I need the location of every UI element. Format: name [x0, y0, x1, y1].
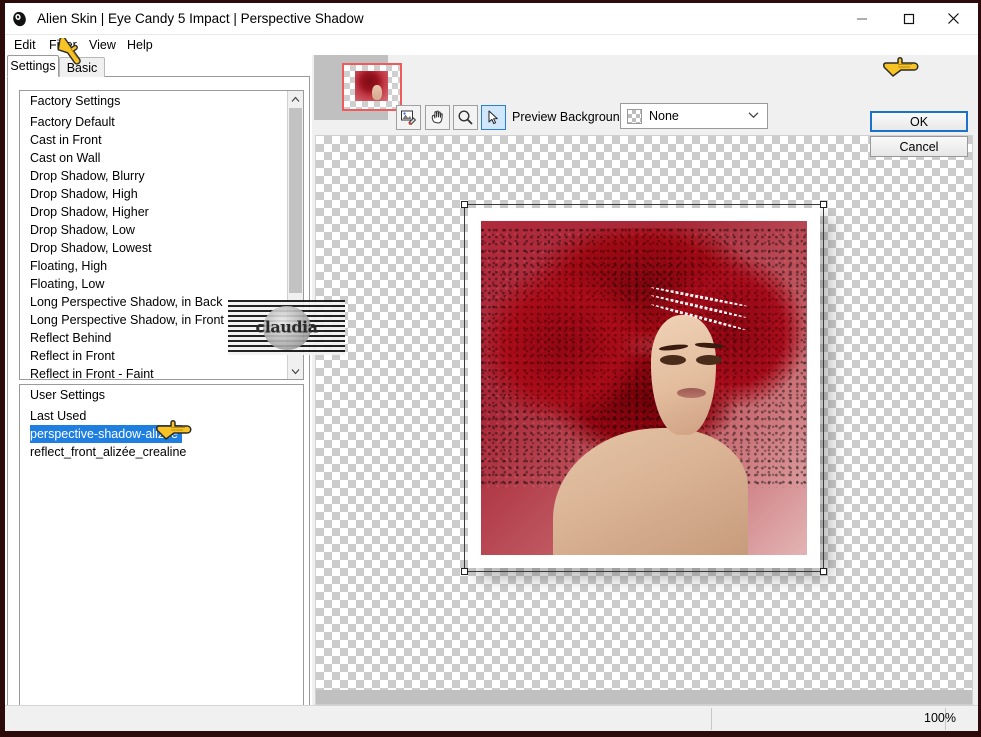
chevron-down-icon[interactable] [748, 110, 759, 122]
navigator-thumbnail-panel [314, 55, 402, 120]
minimize-button[interactable] [839, 3, 884, 34]
resize-handle-top-right[interactable] [820, 201, 827, 208]
canvas-horizontal-scrollbar[interactable] [316, 690, 972, 704]
status-divider [711, 708, 712, 730]
watermark-text: claudia [255, 317, 318, 337]
menu-item-edit[interactable]: Edit [10, 37, 40, 53]
settings-panel: Factory Settings Factory Default Cast in… [7, 76, 310, 731]
list-item[interactable]: Drop Shadow, High [20, 185, 287, 203]
list-item[interactable]: Floating, High [20, 257, 287, 275]
magnifier-zoom-icon[interactable] [453, 105, 478, 130]
dialog-window: Alien Skin | Eye Candy 5 Impact | Perspe… [5, 3, 978, 731]
preview-area: Preview Background: None OK Cancel [312, 55, 978, 709]
tab-basic[interactable]: Basic [59, 57, 105, 77]
cancel-button[interactable]: Cancel [870, 136, 968, 157]
navigator-thumbnail[interactable] [342, 63, 402, 111]
list-item[interactable]: Drop Shadow, Higher [20, 203, 287, 221]
list-item[interactable]: Floating, Low [20, 275, 287, 293]
menu-item-view[interactable]: View [85, 37, 120, 53]
list-item[interactable]: Factory Default [20, 113, 287, 131]
image-canvas[interactable] [315, 135, 973, 705]
user-settings-group-label: User Settings [30, 388, 106, 402]
list-item[interactable]: Reflect in Front - Faint [20, 365, 287, 379]
resize-handle-bottom-right[interactable] [820, 568, 827, 575]
window-title: Alien Skin | Eye Candy 5 Impact | Perspe… [37, 11, 364, 26]
user-settings-list[interactable]: User Settings Last Used perspective-shad… [19, 384, 304, 731]
lips [676, 388, 706, 399]
menu-item-help[interactable]: Help [123, 37, 157, 53]
list-item[interactable]: Drop Shadow, Blurry [20, 167, 287, 185]
list-item-selected-wrap: perspective-shadow-alizee [20, 425, 303, 443]
canvas-checkerboard [316, 136, 972, 692]
tab-strip: Settings Basic [5, 55, 310, 77]
preview-photo-frame [468, 208, 820, 568]
list-item[interactable]: Cast on Wall [20, 149, 287, 167]
preview-background-label: Preview Background: [512, 110, 631, 124]
watermark-overlay: claudia [228, 300, 345, 355]
list-item[interactable]: Drop Shadow, Low [20, 221, 287, 239]
chevron-down-icon[interactable] [288, 363, 303, 379]
close-button[interactable] [931, 3, 976, 34]
list-item-selected[interactable]: perspective-shadow-alizee [30, 425, 182, 443]
face-region [650, 314, 716, 435]
tab-settings[interactable]: Settings [7, 55, 59, 77]
maximize-button[interactable] [886, 3, 931, 34]
hand-pan-icon[interactable] [425, 105, 450, 130]
preview-background-select[interactable]: None [620, 103, 768, 129]
preview-background-value: None [649, 109, 679, 123]
alienskin-icon [11, 10, 29, 28]
color-picker-icon[interactable] [396, 105, 421, 130]
pearl-headpiece [650, 278, 749, 332]
application-window: Alien Skin | Eye Candy 5 Impact | Perspe… [0, 0, 981, 737]
list-item[interactable]: Last Used [20, 407, 303, 425]
menu-item-filter[interactable]: Filter [45, 37, 81, 53]
list-item[interactable]: Drop Shadow, Lowest [20, 239, 287, 257]
list-item[interactable]: Cast in Front [20, 131, 287, 149]
arrow-select-icon[interactable] [481, 105, 506, 130]
title-bar: Alien Skin | Eye Candy 5 Impact | Perspe… [5, 3, 978, 35]
menu-bar: Edit Filter View Help [5, 35, 978, 55]
user-settings-items: User Settings Last Used perspective-shad… [20, 385, 303, 731]
resize-handle-top-left[interactable] [461, 201, 468, 208]
resize-handle-bottom-left[interactable] [461, 568, 468, 575]
dialog-buttons: OK Cancel [868, 107, 978, 159]
list-item[interactable]: reflect_front_alizée_crealine [20, 443, 303, 461]
ok-button[interactable]: OK [870, 111, 968, 132]
preview-photo-image [481, 221, 807, 555]
scrollbar-thumb[interactable] [289, 108, 302, 293]
chevron-up-icon[interactable] [288, 91, 303, 107]
zoom-level: 100% [924, 711, 956, 725]
status-bar: 100% [5, 705, 978, 731]
navigator-thumbnail-face [372, 85, 382, 100]
factory-settings-group-label: Factory Settings [30, 94, 121, 108]
checkerboard-swatch-icon [627, 108, 642, 124]
navigator-thumbnail-image [355, 71, 388, 101]
eye-right [696, 354, 723, 365]
eye-left [660, 354, 687, 365]
